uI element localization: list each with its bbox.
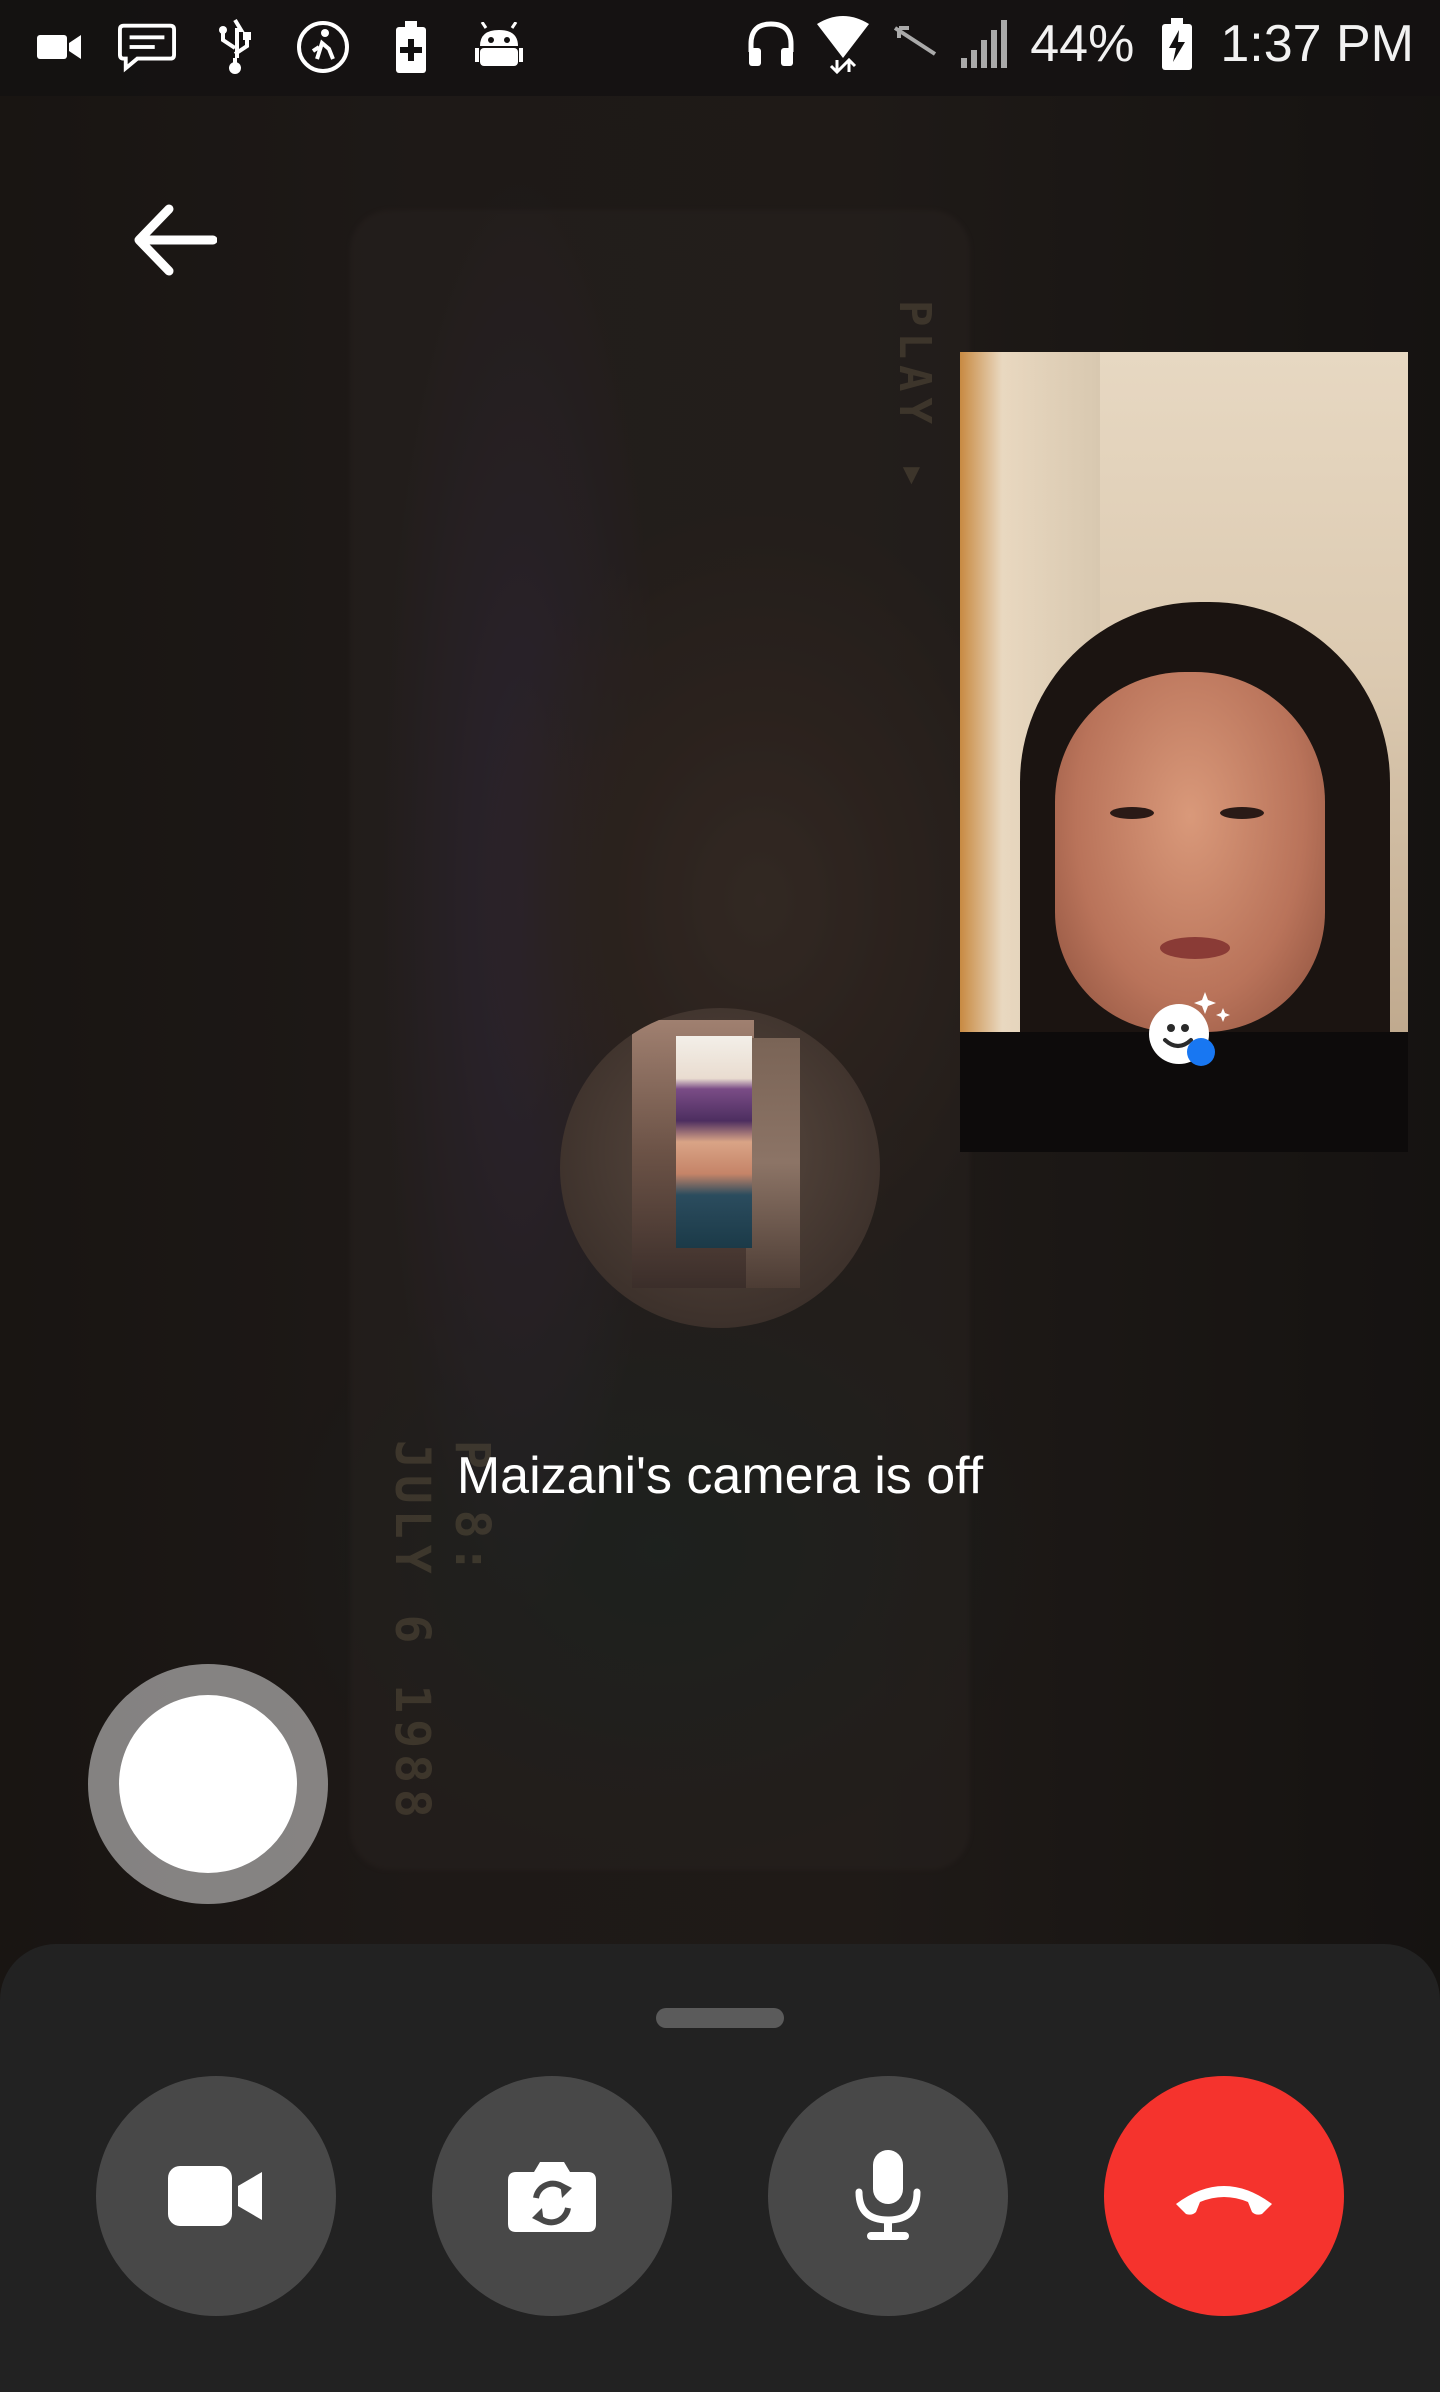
smiley-sparkle-icon [1149, 992, 1230, 1066]
self-view-video[interactable] [960, 352, 1408, 1152]
back-arrow-icon [134, 204, 217, 276]
accessibility-icon [294, 18, 352, 76]
capture-button[interactable] [88, 1664, 328, 1904]
message-icon [118, 18, 176, 76]
camera-off-message: Maizani's camera is off [456, 1447, 984, 1505]
microphone-icon [855, 2150, 921, 2240]
status-bar-system: 44% 1:37 PM [742, 14, 1414, 74]
effects-button[interactable] [1145, 982, 1235, 1072]
end-call-button[interactable] [1104, 2076, 1344, 2316]
video-camera-icon [30, 18, 88, 76]
headphones-icon [742, 15, 800, 73]
avatar-photo-face-detail [746, 1038, 800, 1288]
self-view-face [1055, 672, 1325, 1032]
usb-icon [206, 18, 264, 76]
no-signal-icon [886, 15, 944, 73]
clock: 1:37 PM [1220, 15, 1414, 73]
video-call-screen: PLAY ▸ JULY 6 1988 P 8: 44% 1:37 PM Maiz… [0, 0, 1440, 2392]
call-controls-sheet [0, 1944, 1440, 2392]
battery-percentage: 44% [1030, 15, 1135, 73]
self-view-right-eye [1220, 807, 1264, 819]
switch-camera-button[interactable] [432, 2076, 672, 2316]
video-camera-icon [168, 2166, 262, 2226]
battery-plus-icon [382, 18, 440, 76]
back-button[interactable] [120, 190, 230, 290]
avatar-photo [676, 1036, 752, 1248]
sheet-drag-handle[interactable] [656, 2008, 784, 2028]
hang-up-icon [1176, 2186, 1272, 2215]
android-icon [470, 18, 528, 76]
capture-button-inner [119, 1695, 297, 1873]
wifi-icon [814, 15, 872, 74]
cellular-signal-icon [958, 15, 1016, 73]
microphone-button[interactable] [768, 2076, 1008, 2316]
battery-charging-icon [1148, 15, 1206, 73]
self-view-lips [1160, 937, 1230, 959]
camera-switch-icon [508, 2162, 596, 2232]
caller-avatar [560, 1008, 880, 1328]
status-bar-notifications [30, 18, 528, 76]
video-toggle-button[interactable] [96, 2076, 336, 2316]
self-view-left-eye [1110, 807, 1154, 819]
status-bar: 44% 1:37 PM [0, 0, 1440, 96]
